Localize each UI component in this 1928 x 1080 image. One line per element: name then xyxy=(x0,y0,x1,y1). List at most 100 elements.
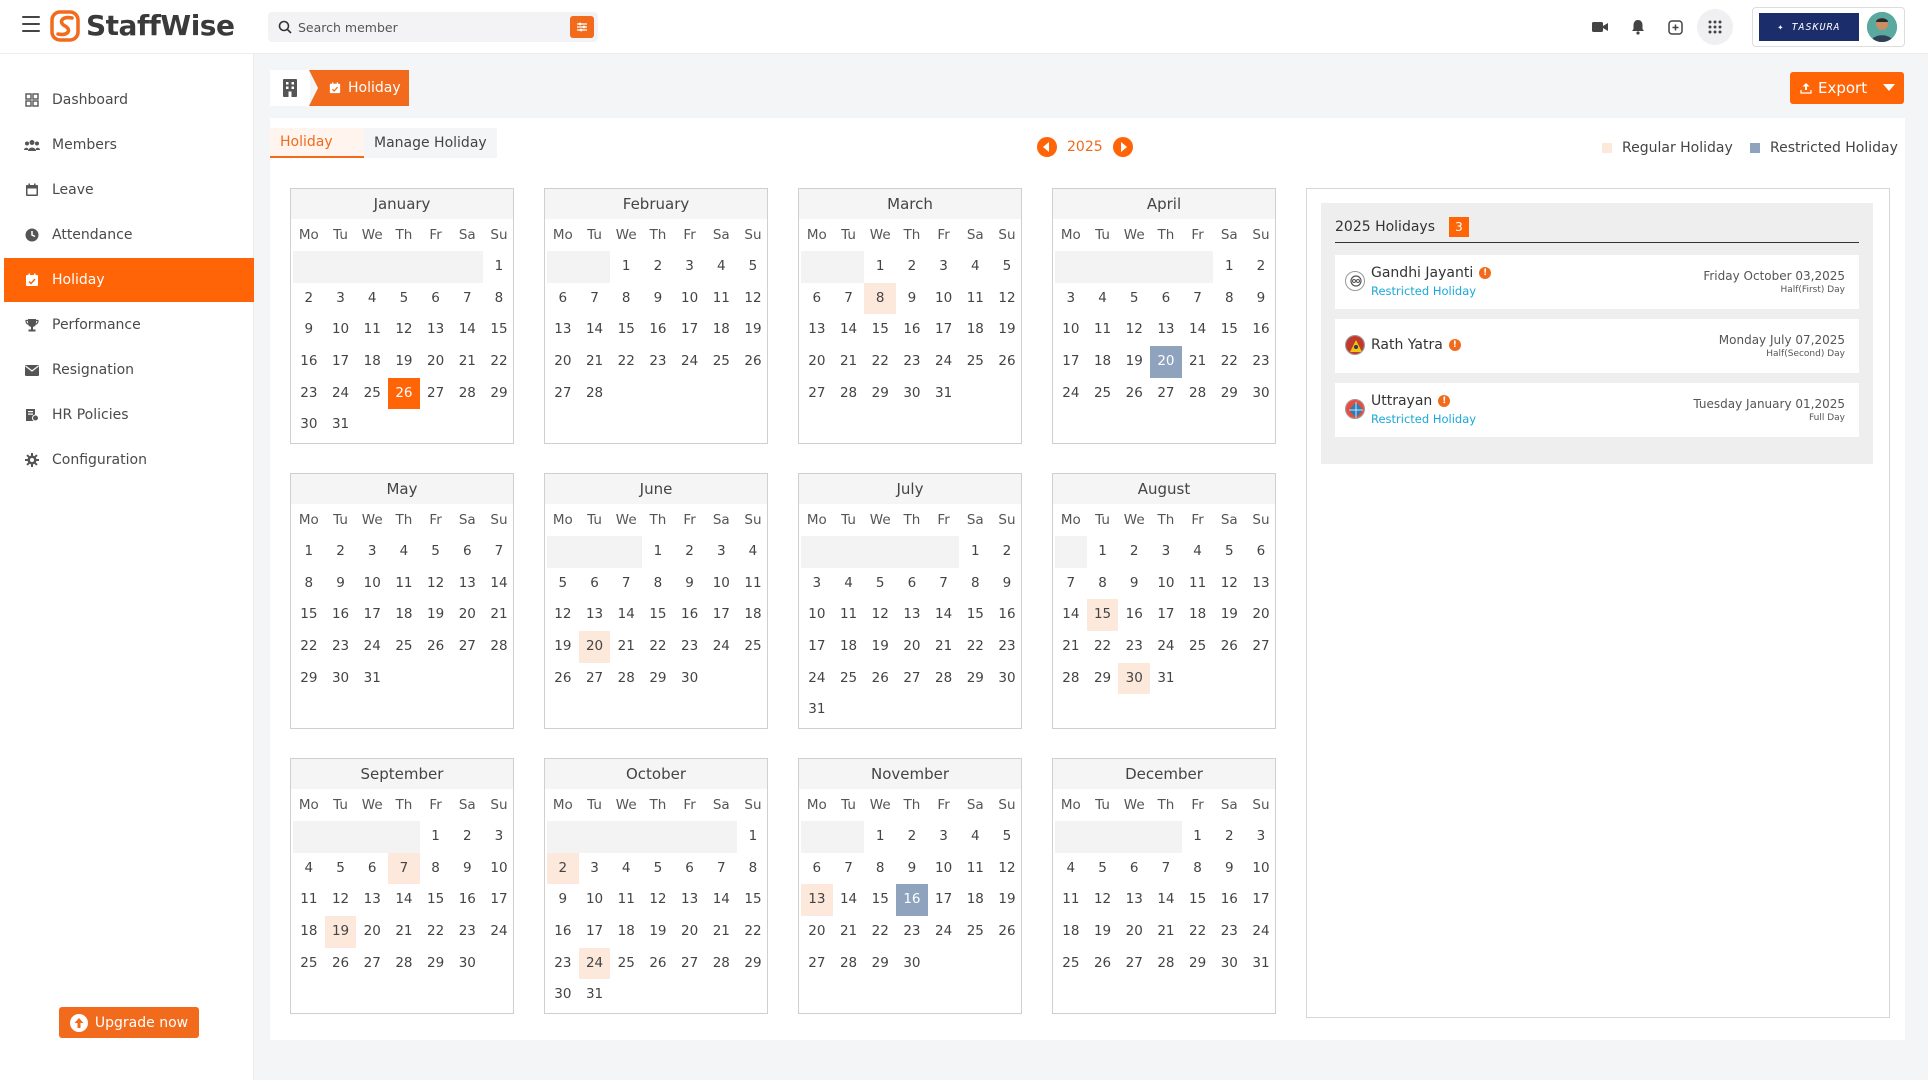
day-cell[interactable]: 7 xyxy=(833,853,865,885)
day-cell[interactable]: 9 xyxy=(1213,853,1245,885)
day-cell[interactable]: 28 xyxy=(1055,663,1087,695)
day-cell[interactable]: 6 xyxy=(801,853,833,885)
day-cell[interactable]: 20 xyxy=(1118,916,1150,948)
day-cell[interactable]: 12 xyxy=(991,853,1023,885)
day-cell[interactable]: 28 xyxy=(705,948,737,980)
day-cell[interactable]: 14 xyxy=(833,314,865,346)
day-cell[interactable]: 28 xyxy=(1182,378,1214,410)
day-cell[interactable]: 29 xyxy=(959,663,991,695)
day-cell[interactable]: 7 xyxy=(610,568,642,600)
day-cell[interactable]: 14 xyxy=(610,599,642,631)
day-cell[interactable]: 1 xyxy=(959,536,991,568)
day-cell[interactable]: 31 xyxy=(356,663,388,695)
day-cell[interactable]: 2 xyxy=(325,536,357,568)
day-cell[interactable]: 10 xyxy=(325,314,357,346)
day-cell[interactable]: 1 xyxy=(1087,536,1119,568)
day-cell[interactable]: 11 xyxy=(705,283,737,315)
day-cell[interactable]: 8 xyxy=(642,568,674,600)
day-cell[interactable]: 28 xyxy=(451,378,483,410)
day-cell[interactable]: 12 xyxy=(325,884,357,916)
day-cell[interactable]: 3 xyxy=(1150,536,1182,568)
day-cell[interactable]: 21 xyxy=(1182,346,1214,378)
day-cell[interactable]: 8 xyxy=(737,853,769,885)
day-cell[interactable]: 21 xyxy=(928,631,960,663)
day-cell[interactable]: 19 xyxy=(642,916,674,948)
day-cell[interactable]: 22 xyxy=(1213,346,1245,378)
day-cell[interactable]: 23 xyxy=(1245,346,1277,378)
day-cell[interactable]: 5 xyxy=(737,251,769,283)
day-cell[interactable]: 18 xyxy=(959,314,991,346)
day-cell[interactable]: 10 xyxy=(705,568,737,600)
day-cell[interactable]: 23 xyxy=(674,631,706,663)
day-cell[interactable]: 23 xyxy=(991,631,1023,663)
day-cell-today[interactable]: 26 xyxy=(388,377,420,410)
day-cell[interactable]: 21 xyxy=(579,346,611,378)
day-cell[interactable]: 3 xyxy=(1055,283,1087,315)
day-cell[interactable]: 26 xyxy=(325,948,357,980)
day-cell[interactable]: 9 xyxy=(325,568,357,600)
day-cell[interactable]: 31 xyxy=(579,979,611,1011)
day-cell[interactable]: 9 xyxy=(451,853,483,885)
day-cell[interactable]: 1 xyxy=(864,251,896,283)
sidebar-item-holiday[interactable]: Holiday xyxy=(4,258,254,302)
day-cell[interactable]: 29 xyxy=(737,948,769,980)
day-cell[interactable]: 10 xyxy=(483,853,515,885)
day-cell[interactable]: 27 xyxy=(1150,378,1182,410)
day-cell[interactable]: 21 xyxy=(705,916,737,948)
day-cell[interactable]: 5 xyxy=(325,853,357,885)
day-cell[interactable]: 20 xyxy=(801,916,833,948)
day-cell[interactable]: 8 xyxy=(293,568,325,600)
day-cell-regular-holiday[interactable]: 19 xyxy=(324,916,357,948)
day-cell[interactable]: 3 xyxy=(356,536,388,568)
day-cell[interactable]: 24 xyxy=(1245,916,1277,948)
day-cell[interactable]: 31 xyxy=(801,694,833,726)
day-cell[interactable]: 6 xyxy=(579,568,611,600)
day-cell[interactable]: 9 xyxy=(642,283,674,315)
day-cell[interactable]: 5 xyxy=(1213,536,1245,568)
day-cell[interactable]: 10 xyxy=(579,884,611,916)
filter-button[interactable] xyxy=(570,16,594,38)
day-cell[interactable]: 31 xyxy=(325,409,357,441)
day-cell[interactable]: 24 xyxy=(356,631,388,663)
day-cell[interactable]: 14 xyxy=(1182,314,1214,346)
day-cell-restricted-holiday[interactable]: 20 xyxy=(1150,346,1182,378)
day-cell[interactable]: 17 xyxy=(325,346,357,378)
day-cell[interactable]: 23 xyxy=(1118,631,1150,663)
day-cell[interactable]: 1 xyxy=(610,251,642,283)
day-cell[interactable]: 9 xyxy=(1245,283,1277,315)
day-cell[interactable]: 8 xyxy=(483,283,515,315)
day-cell[interactable]: 17 xyxy=(705,599,737,631)
day-cell[interactable]: 4 xyxy=(1055,853,1087,885)
day-cell[interactable]: 18 xyxy=(610,916,642,948)
day-cell[interactable]: 11 xyxy=(833,599,865,631)
day-cell[interactable]: 28 xyxy=(833,378,865,410)
day-cell[interactable]: 2 xyxy=(896,821,928,853)
day-cell[interactable]: 3 xyxy=(483,821,515,853)
day-cell-regular-holiday[interactable]: 7 xyxy=(388,852,420,885)
day-cell[interactable]: 30 xyxy=(1213,948,1245,980)
day-cell[interactable]: 21 xyxy=(1150,916,1182,948)
day-cell[interactable]: 13 xyxy=(801,314,833,346)
day-cell[interactable]: 28 xyxy=(1150,948,1182,980)
day-cell[interactable]: 21 xyxy=(388,916,420,948)
day-cell[interactable]: 28 xyxy=(833,948,865,980)
breadcrumb-home[interactable] xyxy=(270,70,310,106)
day-cell[interactable]: 23 xyxy=(1213,916,1245,948)
day-cell-regular-holiday[interactable]: 2 xyxy=(547,852,579,885)
day-cell[interactable]: 30 xyxy=(674,663,706,695)
day-cell[interactable]: 18 xyxy=(705,314,737,346)
day-cell-regular-holiday[interactable]: 8 xyxy=(864,282,897,315)
day-cell[interactable]: 25 xyxy=(705,346,737,378)
day-cell[interactable]: 24 xyxy=(325,378,357,410)
day-cell[interactable]: 17 xyxy=(483,884,515,916)
day-cell[interactable]: 26 xyxy=(737,346,769,378)
holiday-item[interactable]: Uttrayan! Restricted Holiday Tuesday Jan… xyxy=(1335,383,1859,437)
day-cell[interactable]: 13 xyxy=(547,314,579,346)
day-cell[interactable]: 23 xyxy=(293,378,325,410)
tab-manage-holiday[interactable]: Manage Holiday xyxy=(364,128,497,158)
day-cell[interactable]: 17 xyxy=(928,884,960,916)
day-cell[interactable]: 9 xyxy=(547,884,579,916)
day-cell[interactable]: 24 xyxy=(801,663,833,695)
day-cell[interactable]: 16 xyxy=(1245,314,1277,346)
day-cell[interactable]: 6 xyxy=(451,536,483,568)
